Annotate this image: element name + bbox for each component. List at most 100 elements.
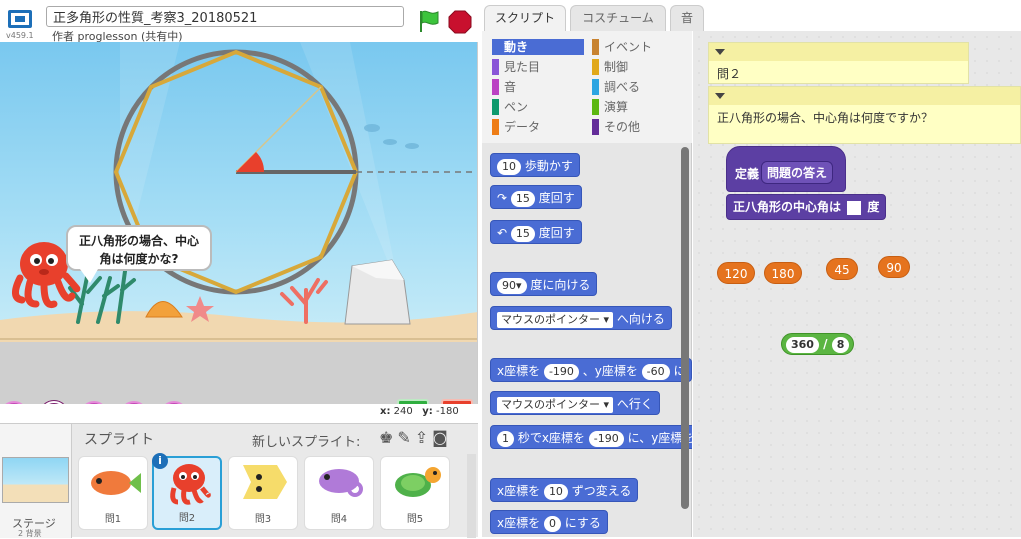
fullscreen-icon[interactable] <box>8 10 32 28</box>
turn-right-icon: ↷ <box>497 191 508 205</box>
category-label: 制御 <box>604 60 629 74</box>
fish-yellow-icon <box>243 465 287 499</box>
y-value: -180 <box>436 406 459 417</box>
turn-left-input[interactable]: 15 <box>510 225 535 242</box>
tab-scripts[interactable]: スクリプト <box>484 5 566 31</box>
block-text: にする <box>564 516 601 530</box>
change-x-block[interactable]: x座標を 10 ずつ変える <box>490 478 639 502</box>
category-label: 演算 <box>604 100 629 114</box>
category-motion[interactable]: 動き <box>492 39 584 55</box>
category-sound[interactable]: 音 <box>492 79 584 95</box>
category-swatch <box>592 39 599 55</box>
divide-left-input[interactable]: 360 <box>786 336 819 353</box>
set-x-input[interactable]: 0 <box>543 515 561 532</box>
category-swatch <box>492 119 499 135</box>
category-sensing[interactable]: 調べる <box>592 79 684 95</box>
say-block[interactable]: 正八角形の中心角は 度 <box>726 194 887 220</box>
octopus-icon <box>170 464 211 505</box>
category-data[interactable]: データ <box>492 119 584 135</box>
sprite-card-5[interactable]: 問5 <box>380 456 450 530</box>
comment-note-2[interactable]: 正八角形の場合、中心角は何度ですか？ <box>708 86 1021 144</box>
move-steps-input[interactable]: 10 <box>497 158 521 175</box>
play-button[interactable] <box>397 399 429 404</box>
category-label: データ <box>504 120 541 134</box>
category-label: 動き <box>504 40 529 54</box>
block-text: 秒でx座標を <box>517 431 585 445</box>
upload-sprite-icon[interactable]: ⇪ <box>415 428 432 447</box>
palette-scrollbar[interactable] <box>681 147 689 509</box>
category-label: 調べる <box>604 80 641 94</box>
sprite-scrollbar[interactable] <box>467 454 476 538</box>
category-control[interactable]: 制御 <box>592 59 684 75</box>
y-label: y: <box>422 406 433 417</box>
tab-costumes[interactable]: コスチューム <box>570 5 666 31</box>
collapse-icon[interactable] <box>715 49 725 55</box>
category-swatch <box>492 59 499 75</box>
category-label: 音 <box>504 80 517 94</box>
glide-seconds-input[interactable]: 1 <box>497 430 514 447</box>
block-text: ずつ変える <box>571 484 632 498</box>
turn-right-block[interactable]: ↷ 15 度回す <box>490 185 582 209</box>
sprite-card-4[interactable]: 問4 <box>304 456 374 530</box>
point-direction-block[interactable]: 90▾ 度に向ける <box>490 272 598 296</box>
new-sprite-label: 新しいスプライト: <box>252 435 361 450</box>
sprite-card-3[interactable]: 問3 <box>228 456 298 530</box>
stage-thumbnail[interactable]: ステージ 2 背景 <box>0 424 72 538</box>
number-reporter-45[interactable]: 45 <box>826 258 858 280</box>
block-text: へ行く <box>616 397 653 411</box>
goto-dropdown[interactable]: マウスのポインター ▾ <box>497 396 614 413</box>
turn-right-input[interactable]: 15 <box>510 190 535 207</box>
change-x-input[interactable]: 10 <box>543 483 568 500</box>
goto-x-input[interactable]: -190 <box>543 363 579 380</box>
say-text: 正八角形の中心角は <box>733 200 842 214</box>
number-reporter-120[interactable]: 120 <box>717 262 755 284</box>
info-icon[interactable]: i <box>152 453 168 469</box>
move-steps-block[interactable]: 10 歩動かす <box>490 153 580 177</box>
backdrop-count: 2 背景 <box>18 529 42 538</box>
green-flag-icon[interactable] <box>416 8 442 34</box>
point-towards-block[interactable]: マウスのポインター ▾ へ向ける <box>490 306 672 330</box>
collapse-icon[interactable] <box>715 93 725 99</box>
number-reporter-90[interactable]: 90 <box>878 256 910 278</box>
category-looks[interactable]: 見た目 <box>492 59 584 75</box>
choose-sprite-icon[interactable]: ♚ <box>379 428 397 447</box>
glide-block[interactable]: 1 秒でx座標を -190 に、y座標を <box>490 425 692 449</box>
sprite-label: 問2 <box>178 513 196 524</box>
sprite-pane: ステージ 2 背景 スプライト 新しいスプライト: ♚✎⇪◙ 問1 問2 i 問… <box>0 423 478 538</box>
speech-bubble: 正八角形の場合、中心角は何度かな? <box>66 225 212 283</box>
divide-operator-block[interactable]: 360 / 8 <box>781 333 855 355</box>
category-swatch <box>592 79 599 95</box>
comment-note-1[interactable]: 問２ <box>708 42 969 84</box>
category-operators[interactable]: 演算 <box>592 99 684 115</box>
paint-sprite-icon[interactable]: ✎ <box>397 428 414 447</box>
direction-dropdown[interactable]: 90▾ <box>497 277 527 294</box>
glide-x-input[interactable]: -190 <box>588 430 624 447</box>
set-x-block[interactable]: x座標を 0 にする <box>490 510 608 534</box>
turn-left-icon: ↶ <box>497 226 508 240</box>
camera-icon[interactable]: ◙ <box>432 428 452 447</box>
category-events[interactable]: イベント <box>592 39 684 55</box>
turn-left-block[interactable]: ↶ 15 度回す <box>490 220 582 244</box>
say-suffix: 度 <box>867 200 880 214</box>
x-label: x: <box>380 406 391 417</box>
define-label: 定義 <box>735 167 760 181</box>
goto-y-input[interactable]: -60 <box>641 363 670 380</box>
divide-right-input[interactable]: 8 <box>831 336 850 353</box>
category-more[interactable]: その他 <box>592 119 684 135</box>
goto-block[interactable]: マウスのポインター ▾ へ行く <box>490 391 660 415</box>
stop-icon[interactable] <box>448 10 472 34</box>
reset-button[interactable]: ↺ <box>441 399 473 404</box>
category-swatch <box>592 59 599 75</box>
define-block[interactable]: 定義 問題の答え <box>726 146 846 192</box>
goto-xy-block[interactable]: x座標を -190 、y座標を -60 に <box>490 358 692 382</box>
number-reporter-180[interactable]: 180 <box>764 262 802 284</box>
define-name[interactable]: 問題の答え <box>761 161 834 184</box>
tab-sounds[interactable]: 音 <box>670 5 704 31</box>
category-pen[interactable]: ペン <box>492 99 584 115</box>
say-slot[interactable] <box>847 200 862 215</box>
sprite-card-1[interactable]: 問1 <box>78 456 148 530</box>
stage[interactable]: 正八角形の場合、中心角は何度かな? 1 2 3 4 5 ↺ <box>0 42 478 404</box>
towards-dropdown[interactable]: マウスのポインター ▾ <box>497 311 614 328</box>
divide-symbol: / <box>823 337 828 351</box>
project-title-input[interactable] <box>46 6 404 27</box>
